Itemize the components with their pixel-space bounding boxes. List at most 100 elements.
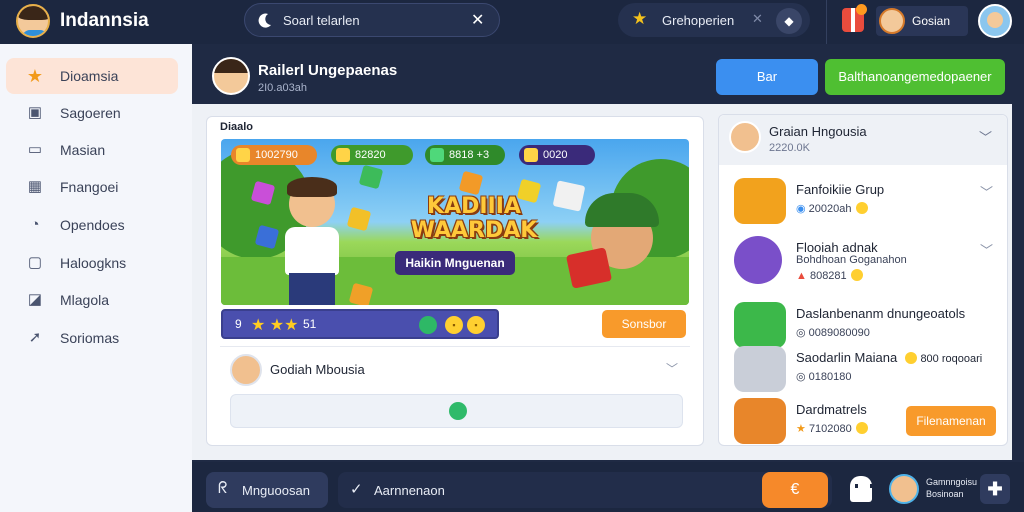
sidebar-item-label: Dioamsia: [60, 68, 119, 84]
list-action-button[interactable]: Filenamenan: [906, 406, 996, 436]
sidebar-item-label: Mlagola: [60, 292, 110, 308]
item-subtitle: ★ 7102080: [796, 422, 868, 435]
game-thumbnail: [734, 178, 786, 224]
item-title: Dardmatrels: [796, 402, 867, 417]
cube-icon: [348, 282, 374, 305]
chevron-down-icon[interactable]: ﹀: [980, 240, 993, 259]
list-item[interactable]: Saodarlin Maiana 800 roqooari ◎ 0180180: [730, 344, 1000, 400]
message-input-label: Aarnnenaon: [374, 483, 445, 498]
bottom-tab-button[interactable]: ᖇ Mnguoosan: [206, 472, 328, 508]
comment-input[interactable]: [230, 394, 683, 428]
item-subtitle: Bohdhoan Goganahon: [796, 254, 907, 266]
sidebar-item-label: Soriomas: [60, 330, 120, 346]
moon-search-icon: [258, 13, 271, 28]
item-subtitle: ◉ 20020ah: [796, 202, 868, 215]
item-title: Saodarlin Maiana 800 roqooari: [796, 350, 983, 365]
stat-pill: 82820: [331, 145, 413, 165]
item-title: Flooiah adnak: [796, 240, 878, 255]
chevron-down-icon[interactable]: ﹀: [980, 182, 993, 201]
star-rating-icon: ★ ★★: [251, 317, 299, 334]
panel-subtitle: 2220.0K: [769, 142, 810, 154]
game-stats-bar: 9 ★ ★★ 51 ▪ ▪: [221, 309, 499, 339]
sidebar-item-masian[interactable]: ▭ Masian: [6, 132, 178, 168]
app-logo-avatar[interactable]: [16, 4, 50, 38]
stat-pill: 8818 +3: [425, 145, 505, 165]
image-icon: ▢: [27, 254, 43, 271]
game-action-button[interactable]: Sonsbor: [602, 310, 686, 338]
top-menu-label: Grehoperien: [662, 13, 735, 28]
direction-icon[interactable]: ◆: [776, 8, 802, 34]
sidebar-item-opendoes[interactable]: ◔ Opendoes: [6, 207, 178, 243]
sidebar-item-label: Haloogkns: [60, 255, 127, 271]
divider: [826, 0, 827, 44]
item-subtitle: ◎ 0180180: [796, 371, 852, 383]
chevron-down-icon: ✓: [350, 481, 363, 498]
user-name: Gamnngoisu: [926, 477, 978, 487]
gem-icon: [419, 316, 437, 334]
sidebar-item-mlagola[interactable]: ◪ Mlagola: [6, 282, 178, 318]
panel-header[interactable]: Graian Hngousia 2220.0K ﹀: [719, 115, 1007, 165]
stat-pill: 1002790: [231, 145, 317, 165]
grid-icon: ▦: [27, 178, 43, 195]
sidebar-item-label: Fnangoei: [60, 179, 119, 195]
list-item[interactable]: Fanfoikiie Grup ◉ 20020ah ﹀: [730, 176, 1000, 232]
secondary-button[interactable]: Balthanoangemedopaener: [825, 59, 1005, 95]
chevron-down-icon[interactable]: ﹀: [666, 360, 678, 377]
item-subtitle: ▲ 808281: [796, 269, 863, 282]
card-title: Diaalo: [220, 121, 254, 133]
user-status: Bosinoan: [926, 489, 964, 499]
sidebar-item-soriomas[interactable]: ➚ Soriomas: [6, 320, 178, 356]
stat-pill: 0020: [519, 145, 595, 165]
user-menu[interactable]: Gosian: [876, 6, 968, 36]
boy-character: [281, 177, 343, 305]
sidebar-item-label: Sagoeren: [60, 105, 121, 121]
sidebar-item-fnangoei[interactable]: ▦ Fnangoei: [6, 169, 178, 205]
send-button[interactable]: €: [762, 472, 828, 508]
star-icon: ★: [26, 66, 44, 86]
search-input[interactable]: Soarl telarlen ✕: [244, 3, 500, 37]
chevron-icon[interactable]: ✕: [752, 11, 763, 27]
avatar[interactable]: [889, 474, 919, 504]
top-bar: [0, 0, 1024, 44]
user-icon: ᖇ: [218, 480, 228, 497]
avatar: [212, 57, 250, 95]
card-icon: ▭: [27, 141, 43, 158]
close-icon[interactable]: ✕: [471, 10, 484, 30]
game-thumbnail: [734, 398, 786, 444]
game-banner[interactable]: KADIIIA WAARDAK Haikin Mnguenan 1002790 8…: [221, 139, 689, 305]
list-item[interactable]: Flooiah adnak Bohdhoan Goganahon ▲ 80828…: [730, 234, 1000, 290]
avatar: [230, 354, 262, 386]
star-icon: ★: [632, 9, 648, 28]
user-name: Gosian: [912, 14, 951, 28]
sidebar-item-sagoeren[interactable]: ▣ Sagoeren: [6, 95, 178, 131]
add-icon[interactable]: ✚: [980, 474, 1010, 504]
item-subtitle: ◎ 0089080090: [796, 327, 870, 339]
avatar: [879, 8, 905, 34]
search-placeholder: Soarl telarlen: [283, 13, 360, 28]
emoji-icon[interactable]: [449, 402, 467, 420]
ghost-icon[interactable]: [850, 476, 873, 502]
chevron-down-icon[interactable]: ﹀: [979, 127, 992, 146]
cube-icon: [346, 206, 372, 232]
app-title: Indannsia: [60, 10, 149, 31]
clock-icon: ◔: [30, 216, 40, 233]
folder-icon: ▣: [27, 104, 43, 121]
game-thumbnail: [734, 302, 786, 348]
coin-icon: ▪: [445, 316, 463, 334]
pin-icon: ➚: [28, 329, 42, 346]
sidebar-item-label: Masian: [60, 142, 106, 158]
message-input[interactable]: ✓ Aarnnenaon: [338, 472, 832, 508]
chat-icon: ◪: [27, 291, 43, 308]
page-title: Railerl Ungepaenas: [258, 62, 398, 79]
banner-title: KADIIIA WAARDAK: [410, 194, 538, 243]
panel-title: Graian Hngousia: [769, 124, 867, 139]
sidebar-item-dioamsia[interactable]: ★ Dioamsia: [6, 58, 178, 94]
profile-avatar[interactable]: [978, 4, 1012, 38]
bottom-tab-label: Mnguoosan: [242, 483, 310, 498]
sidebar-item-haloogkns[interactable]: ▢ Haloogkns: [6, 245, 178, 281]
top-menu[interactable]: ★ Grehoperien ✕ ◆: [618, 3, 810, 37]
coin-icon: ▪: [467, 316, 485, 334]
item-title: Fanfoikiie Grup: [796, 182, 885, 197]
primary-button[interactable]: Bar: [716, 59, 818, 95]
comment-user-name: Godiah Mbousia: [270, 362, 365, 377]
